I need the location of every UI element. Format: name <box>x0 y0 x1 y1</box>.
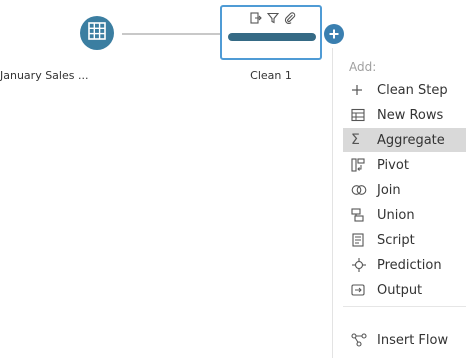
pivot-icon <box>351 157 371 173</box>
prediction-icon <box>351 257 371 273</box>
add-menu: Add: Clean Step New Rows Σ Aggregate Piv… <box>332 48 466 358</box>
menu-item-join[interactable]: Join <box>343 178 466 202</box>
step-icon <box>250 12 262 24</box>
menu-item-clean-step[interactable]: Clean Step <box>343 78 466 102</box>
sigma-icon: Σ <box>351 132 360 148</box>
table-icon <box>88 22 106 44</box>
clean-node[interactable] <box>220 5 322 60</box>
clean-node-bar <box>228 33 316 41</box>
flow-canvas: January Sales ... Clean 1 Add: Clean Ste… <box>0 0 466 358</box>
new-rows-icon <box>351 107 371 123</box>
union-icon <box>351 207 371 223</box>
output-icon <box>351 282 371 298</box>
menu-divider <box>343 306 466 307</box>
clean-node-label: Clean 1 <box>250 69 292 82</box>
script-icon <box>351 232 371 248</box>
filter-icon <box>267 12 279 24</box>
insert-flow-icon <box>351 332 371 348</box>
menu-item-output[interactable]: Output <box>343 278 466 302</box>
flow-connector <box>122 33 220 35</box>
join-icon <box>351 182 371 198</box>
menu-item-insert-flow[interactable]: Insert Flow <box>343 328 466 352</box>
add-step-button[interactable] <box>324 24 344 44</box>
menu-item-prediction[interactable]: Prediction <box>343 253 466 277</box>
menu-header: Add: <box>349 60 377 74</box>
menu-item-pivot[interactable]: Pivot <box>343 153 466 177</box>
input-node[interactable] <box>80 16 114 50</box>
input-node-label: January Sales ... <box>0 69 89 82</box>
menu-item-aggregate[interactable]: Σ Aggregate <box>343 128 466 152</box>
plus-icon <box>328 25 340 44</box>
menu-item-union[interactable]: Union <box>343 203 466 227</box>
plus-icon <box>351 82 371 98</box>
menu-item-script[interactable]: Script <box>343 228 466 252</box>
clean-node-icons <box>250 12 296 24</box>
menu-item-new-rows[interactable]: New Rows <box>343 103 466 127</box>
attachment-icon <box>284 12 296 24</box>
